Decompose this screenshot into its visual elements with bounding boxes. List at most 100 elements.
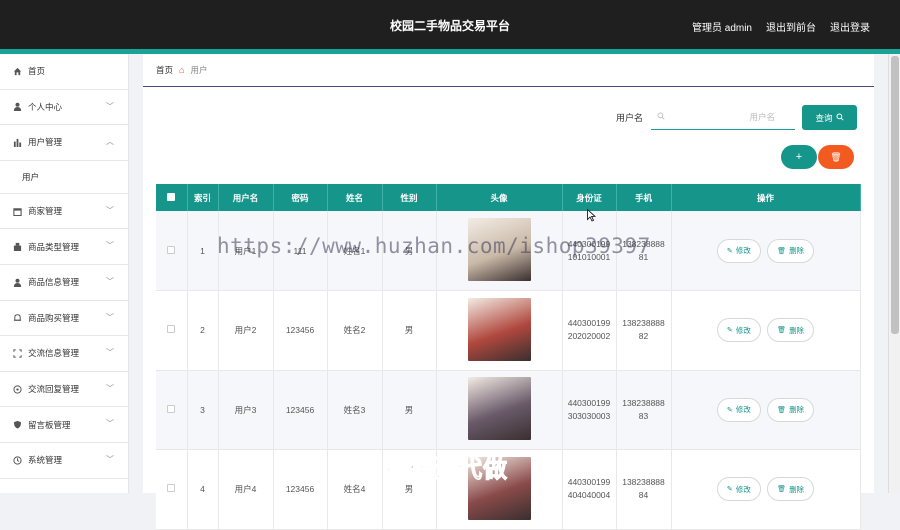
trash-icon: 🗑 — [777, 327, 787, 335]
row-checkbox[interactable] — [167, 245, 176, 254]
edit-button[interactable]: ✎ 修改 — [716, 477, 761, 502]
sidebar-item-user-management[interactable]: 用户管理 ︿ — [0, 125, 128, 161]
delete-button[interactable]: 🗑 删除 — [767, 477, 815, 502]
edit-button[interactable]: ✎ 修改 — [716, 397, 761, 422]
clock-icon — [11, 456, 23, 465]
delete-button[interactable]: 🗑 删除 — [767, 397, 815, 422]
sidebar-item-profile[interactable]: 个人中心 ﹀ — [0, 90, 128, 126]
page-scrollbar[interactable] — [888, 54, 900, 493]
chevron-down-icon: ﹀ — [106, 276, 114, 286]
column-header: 性别 — [382, 184, 437, 211]
sidebar-item-product-info[interactable]: 商品信息管理 ﹀ — [0, 265, 128, 301]
cell-username: 用户3 — [218, 370, 274, 450]
sidebar-item-label: 商品类型管理 — [28, 241, 80, 252]
sidebar-item-merchant[interactable]: 商家管理 ﹀ — [0, 194, 128, 230]
search-input[interactable]: 用户名 — [651, 105, 796, 130]
breadcrumb-current: 用户 — [190, 65, 208, 75]
breadcrumb-home[interactable]: 首页 — [156, 64, 173, 76]
column-header: 身份证 — [562, 184, 617, 211]
table-row: 3 用户3 123456 姓名3 男 440300199303030003 13… — [156, 370, 861, 450]
sidebar-item-label: 用户管理 — [28, 137, 63, 148]
row-checkbox[interactable] — [167, 484, 176, 493]
sidebar-item-label: 商家管理 — [28, 206, 63, 217]
cell-actions: ✎ 修改 🗑 删除 — [671, 290, 861, 371]
chevron-down-icon: ﹀ — [106, 101, 114, 111]
sidebar-item-label: 留言板管理 — [28, 419, 71, 430]
sidebar-item-system[interactable]: 系统管理 ﹀ — [0, 443, 128, 479]
sidebar: 首页 个人中心 ﹀ 用户管理 ︿ 用户 商家管理 ﹀ 商品类型管理 ﹀ 商品信息… — [0, 54, 129, 493]
cell-actions: ✎ 修改 🗑 删除 — [671, 211, 861, 291]
sidebar-item-exchange-info[interactable]: 交流信息管理 ﹀ — [0, 336, 128, 372]
scan-icon — [11, 349, 23, 358]
add-button[interactable]: + — [781, 145, 817, 169]
logout-link[interactable]: 退出登录 — [830, 19, 870, 34]
cell-name: 姓名3 — [327, 370, 383, 450]
chevron-down-icon: ﹀ — [106, 383, 114, 393]
back-to-front-link[interactable]: 退出到前台 — [766, 19, 816, 34]
scrollbar-thumb[interactable] — [891, 56, 899, 334]
sidebar-item-message-board[interactable]: 留言板管理 ﹀ — [0, 407, 128, 443]
sidebar-item-label: 商品信息管理 — [28, 277, 80, 288]
sidebar-item-purchase[interactable]: 商品购买管理 ﹀ — [0, 301, 128, 337]
edit-button[interactable]: ✎ 修改 — [716, 238, 761, 263]
top-right-links: 管理员 admin 退出到前台 退出登录 — [692, 19, 870, 34]
sidebar-subitem-user[interactable]: 用户 — [0, 160, 128, 194]
select-all-header[interactable] — [156, 184, 188, 211]
main-panel: 首页 ⌂ 用户 用户名 用户名 查询 + 🗑 索引 用户名 密码 姓名 性别 头… — [143, 54, 874, 530]
column-header: 用户名 — [218, 184, 274, 211]
delete-button[interactable]: 🗑 删除 — [767, 238, 815, 263]
home-icon: ⌂ — [179, 65, 185, 75]
chevron-down-icon: ﹀ — [106, 454, 114, 464]
avatar — [467, 297, 531, 361]
delete-button[interactable]: 🗑 删除 — [767, 318, 815, 343]
edit-label: 修改 — [735, 405, 751, 415]
row-checkbox[interactable] — [167, 325, 176, 334]
chevron-down-icon: ﹀ — [106, 419, 114, 429]
sidebar-item-label: 首页 — [28, 66, 46, 77]
sidebar-item-label: 交流回复管理 — [28, 384, 80, 395]
edit-icon: ✎ — [726, 247, 733, 255]
trash-icon: 🗑 — [777, 406, 787, 414]
cell-idcard-wrap: 440300199202020002 — [562, 290, 617, 371]
chevron-up-icon: ︿ — [106, 137, 114, 147]
cell-password: 123456 — [273, 449, 328, 530]
chevron-down-icon: ﹀ — [106, 241, 114, 251]
cell-phone: 13823888883 — [622, 397, 665, 421]
search-label: 用户名 — [616, 113, 644, 123]
batch-delete-button[interactable]: 🗑 — [818, 145, 854, 169]
building-icon — [11, 242, 23, 252]
sidebar-item-home[interactable]: 首页 — [0, 54, 128, 90]
query-button[interactable]: 查询 — [802, 105, 858, 130]
row-checkbox[interactable] — [167, 404, 176, 413]
trash-icon: 🗑 — [830, 151, 842, 162]
column-header: 头像 — [436, 184, 563, 211]
cell-username: 用户4 — [218, 449, 274, 530]
cell-index: 1 — [187, 211, 219, 291]
top-bar: 校园二手物品交易平台 管理员 admin 退出到前台 退出登录 — [0, 0, 900, 50]
chart-icon — [11, 138, 23, 147]
delete-label: 删除 — [789, 325, 805, 335]
bell-icon — [11, 313, 23, 322]
cell-phone: 13823888884 — [622, 477, 665, 501]
cell-idcard: 440300199404040004 — [567, 477, 611, 501]
trash-icon: 🗑 — [777, 247, 787, 255]
cell-avatar — [436, 370, 563, 450]
cell-idcard: 440300199202020002 — [567, 318, 611, 342]
edit-icon: ✎ — [726, 486, 733, 494]
sidebar-item-product-type[interactable]: 商品类型管理 ﹀ — [0, 229, 128, 265]
sidebar-item-exchange-reply[interactable]: 交流回复管理 ﹀ — [0, 372, 128, 408]
select-all-checkbox[interactable] — [167, 192, 176, 201]
column-header: 手机 — [616, 184, 672, 211]
edit-label: 修改 — [735, 484, 751, 494]
edit-button[interactable]: ✎ 修改 — [716, 318, 761, 343]
column-header: 密码 — [273, 184, 328, 211]
trash-icon: 🗑 — [777, 486, 787, 494]
cell-phone: 13823888882 — [622, 318, 665, 342]
avatar — [467, 377, 531, 441]
table-header-row: 索引 用户名 密码 姓名 性别 头像 身份证 手机 操作 — [156, 184, 861, 211]
cell-gender: 男 — [382, 370, 437, 450]
cell-avatar — [436, 290, 563, 371]
breadcrumb: 首页 ⌂ 用户 — [143, 54, 874, 87]
cell-phone-wrap: 13823888883 — [616, 370, 672, 450]
search-icon — [657, 112, 665, 122]
